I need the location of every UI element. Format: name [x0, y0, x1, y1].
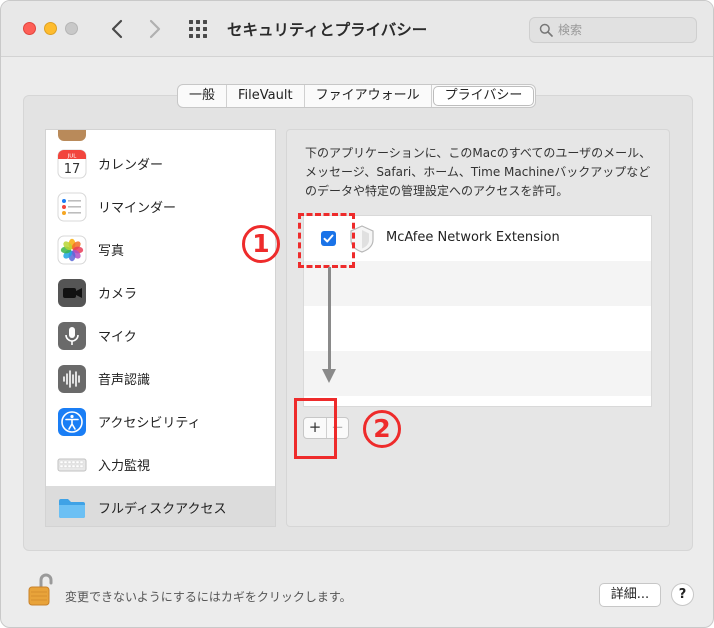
window-title: セキュリティとプライバシー: [227, 21, 428, 39]
sidebar-item-label: 入力監視: [98, 459, 151, 474]
accessibility-icon: [58, 407, 86, 436]
sidebar-item-input-monitoring[interactable]: 入力監視: [46, 443, 275, 486]
sidebar-item-microphone[interactable]: マイク: [46, 314, 275, 357]
sidebar-item-label: 音声認識: [98, 373, 151, 388]
show-all-grid-icon[interactable]: [189, 20, 207, 38]
title-bar: セキュリティとプライバシー: [1, 1, 713, 57]
table-row: [304, 261, 651, 306]
details-button[interactable]: 詳細...: [599, 583, 661, 607]
calendar-icon-month: JUL: [67, 153, 78, 159]
sidebar-item-accessibility[interactable]: アクセシビリティ: [46, 400, 275, 443]
extension-label: McAfee Network Extension: [386, 230, 560, 245]
sidebar-item-speech-recognition[interactable]: 音声認識: [46, 357, 275, 400]
search-input[interactable]: [558, 21, 688, 39]
sidebar-item-reminders[interactable]: リマインダー: [46, 185, 275, 228]
camera-icon: [58, 278, 86, 307]
reminders-icon: [57, 192, 87, 221]
search-field[interactable]: [529, 17, 697, 43]
sidebar-item-photos[interactable]: 写真: [46, 228, 275, 271]
help-button[interactable]: ?: [671, 583, 694, 606]
contacts-icon: [58, 130, 86, 141]
sidebar-item-label: カメラ: [98, 287, 138, 302]
table-row: [304, 306, 651, 351]
sidebar-item-label: フルディスクアクセス: [98, 502, 227, 517]
keyboard-icon: [57, 458, 87, 471]
minimize-window-button[interactable]: [44, 22, 57, 35]
privacy-category-list[interactable]: JUL 17 カレンダー リマインダー 写真 カメラ マイク 音声認識 アクセシ…: [45, 129, 276, 527]
sidebar-item-label: カレンダー: [98, 158, 164, 173]
tab-privacy[interactable]: プライバシー: [432, 86, 535, 106]
table-row: [304, 351, 651, 396]
close-window-button[interactable]: [23, 22, 36, 35]
arrow-down-icon: [322, 369, 336, 383]
forward-arrow-icon[interactable]: [145, 15, 165, 43]
sidebar-item-camera[interactable]: カメラ: [46, 271, 275, 314]
sidebar-item-label: マイク: [98, 330, 137, 345]
sidebar-item-full-disk-access[interactable]: フルディスクアクセス: [46, 486, 275, 526]
search-icon: [539, 23, 553, 37]
microphone-icon: [58, 321, 86, 350]
back-arrow-icon[interactable]: [107, 15, 127, 43]
sidebar-item-label: アクセシビリティ: [98, 416, 201, 431]
sidebar-item-label: 写真: [98, 244, 125, 259]
arrow-line: [328, 267, 331, 371]
lock-hint-text: 変更できないようにするにはカギをクリックします。: [65, 590, 352, 604]
speech-recognition-icon: [58, 364, 86, 393]
step2-number: 2: [363, 410, 401, 448]
calendar-icon: JUL 17: [57, 149, 87, 178]
lock-icon[interactable]: [27, 571, 53, 607]
tab-general[interactable]: 一般: [178, 85, 228, 107]
step2-highlight-box: [294, 398, 337, 459]
step1-number: 1: [242, 225, 280, 263]
description-text: 下のアプリケーションに、このMacのすべてのユーザのメール、メッセージ、Safa…: [305, 146, 652, 198]
folder-icon: [59, 498, 85, 518]
preferences-window: セキュリティとプライバシー 一般 FileVault ファイアウォール プライバ…: [0, 0, 714, 628]
tab-bar: 一般 FileVault ファイアウォール プライバシー: [177, 84, 537, 108]
step1-highlight-box: [298, 213, 355, 268]
sidebar-item-calendar[interactable]: JUL 17 カレンダー: [46, 142, 275, 185]
tab-firewall[interactable]: ファイアウォール: [305, 85, 432, 107]
calendar-icon-day: 17: [64, 162, 81, 177]
tab-filevault[interactable]: FileVault: [227, 85, 305, 107]
zoom-window-button[interactable]: [65, 22, 78, 35]
photos-icon: [57, 235, 87, 264]
sidebar-item-label: リマインダー: [98, 201, 177, 216]
